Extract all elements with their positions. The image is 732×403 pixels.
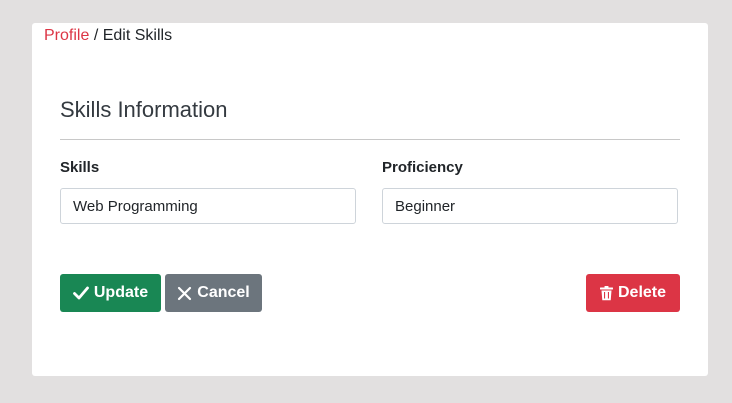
proficiency-input[interactable] [382,188,678,224]
trash-icon [599,285,613,301]
edit-skills-card: Profile / Edit Skills Skills Information… [32,23,708,376]
close-icon [177,286,192,301]
check-icon [72,286,89,300]
breadcrumb-separator: / [93,27,99,44]
breadcrumb-profile-link[interactable]: Profile [44,27,89,44]
delete-button[interactable]: Delete [586,274,680,312]
cancel-button-label: Cancel [197,284,250,301]
delete-button-label: Delete [617,284,667,301]
section-divider [60,139,680,140]
breadcrumb: Profile / Edit Skills [44,27,172,45]
update-button[interactable]: Update [60,274,161,312]
proficiency-label: Proficiency [382,159,463,176]
breadcrumb-current: Edit Skills [102,27,173,44]
cancel-button[interactable]: Cancel [165,274,262,312]
update-button-label: Update [93,284,149,301]
section-title: Skills Information [60,97,228,122]
skills-label: Skills [60,159,100,176]
skills-input[interactable] [60,188,356,224]
